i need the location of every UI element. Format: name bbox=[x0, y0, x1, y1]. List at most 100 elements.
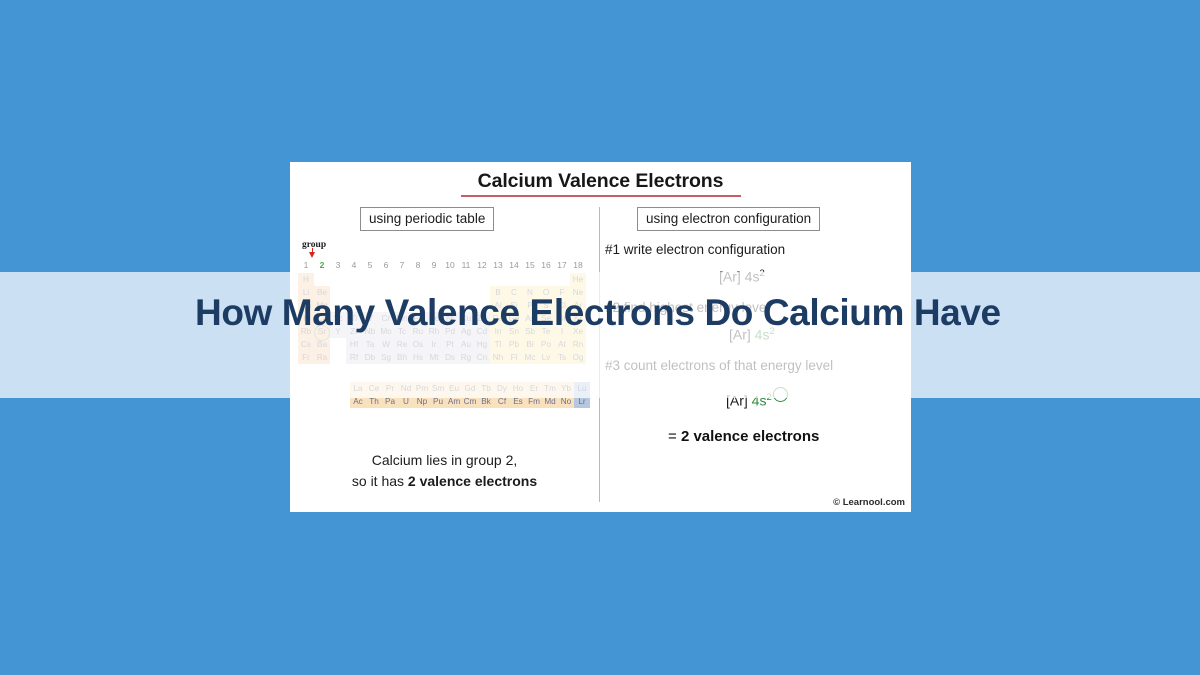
element-Pa: Pa bbox=[382, 395, 398, 408]
right-method-header: using electron configuration bbox=[637, 207, 821, 231]
element-Lu: Lu bbox=[574, 382, 590, 395]
element-Ra: Ra bbox=[314, 351, 330, 364]
element-No: No bbox=[558, 395, 574, 408]
periodic-table: group 1 2 3 4 5 6 7 8 9 10 11 12 13 14 15 16 17 18 H He Li B… bbox=[298, 240, 596, 440]
element-Os: Os bbox=[410, 338, 426, 351]
element-Eu: Eu bbox=[446, 382, 462, 395]
group-number-8: 8 bbox=[415, 260, 421, 270]
step-3-text: #3 count electrons of that energy level bbox=[605, 358, 834, 373]
element-Gd: Gd bbox=[462, 382, 478, 395]
element-empty bbox=[346, 273, 362, 286]
element-Rg: Rg bbox=[458, 351, 474, 364]
step-3-formula-green: 4s bbox=[751, 392, 767, 409]
group-number-1: 1 bbox=[303, 260, 309, 270]
element-Cs: Cs bbox=[298, 338, 314, 351]
left-conclusion-bold: 2 valence electrons bbox=[407, 473, 538, 489]
element-Og: Og bbox=[570, 351, 586, 364]
group-number-11: 11 bbox=[461, 260, 471, 270]
element-Ac: Ac bbox=[350, 395, 366, 408]
element-empty bbox=[362, 273, 378, 286]
element-empty bbox=[554, 273, 570, 286]
element-empty bbox=[314, 273, 330, 286]
element-Md: Md bbox=[542, 395, 558, 408]
element-Cn: Cn bbox=[474, 351, 490, 364]
element-Pb: Pb bbox=[506, 338, 522, 351]
element-Fl: Fl bbox=[506, 351, 522, 364]
element-Fr: Fr bbox=[298, 351, 314, 364]
step-3-formula: [Ar] 4s2 bbox=[726, 392, 772, 409]
element-Ir: Ir bbox=[426, 338, 442, 351]
group-number-2: 2 bbox=[319, 260, 325, 270]
group-number-15: 15 bbox=[525, 260, 535, 270]
step-1-formula-core: [Ar] 4s bbox=[719, 268, 760, 285]
element-Dy: Dy bbox=[494, 382, 510, 395]
final-answer-bold: 2 valence electrons bbox=[680, 428, 820, 445]
element-empty bbox=[426, 273, 442, 286]
element-Np: Np bbox=[414, 395, 430, 408]
element-Pt: Pt bbox=[442, 338, 458, 351]
group-number-7: 7 bbox=[399, 260, 405, 270]
element-Am: Am bbox=[446, 395, 462, 408]
left-conclusion: Calcium lies in group 2, so it has 2 val… bbox=[290, 450, 599, 492]
element-Po: Po bbox=[538, 338, 554, 351]
watermark: © Learnool.com bbox=[833, 497, 905, 508]
group-label: group bbox=[302, 240, 327, 250]
element-Pr: Pr bbox=[382, 382, 398, 395]
element-empty bbox=[410, 273, 426, 286]
group-number-10: 10 bbox=[445, 260, 455, 270]
step-1-formula-sup: 2 bbox=[759, 268, 765, 279]
group-number-13: 13 bbox=[493, 260, 503, 270]
element-Tb: Tb bbox=[478, 382, 494, 395]
group-number-14: 14 bbox=[509, 260, 519, 270]
group-arrow-icon bbox=[309, 252, 315, 258]
left-conclusion-line2: so it has 2 valence electrons bbox=[290, 471, 599, 492]
final-answer: = 2 valence electrons bbox=[668, 428, 819, 445]
step-1-text: #1 write electron configuration bbox=[605, 242, 786, 257]
element-empty bbox=[394, 273, 410, 286]
card-title: Calcium Valence Electrons bbox=[477, 170, 724, 192]
group-number-16: 16 bbox=[541, 260, 551, 270]
element-empty bbox=[522, 273, 538, 286]
group-number-17: 17 bbox=[557, 260, 567, 270]
left-method-header: using periodic table bbox=[360, 207, 495, 231]
element-Sm: Sm bbox=[430, 382, 446, 395]
group-number-row: 1 2 3 4 5 6 7 8 9 10 11 12 13 14 15 16 17 18 bbox=[298, 260, 596, 272]
element-Lr: Lr bbox=[574, 395, 590, 408]
final-answer-prefix: = bbox=[668, 428, 681, 445]
element-Cf: Cf bbox=[494, 395, 510, 408]
element-Mc: Mc bbox=[522, 351, 538, 364]
element-Nh: Nh bbox=[490, 351, 506, 364]
element-Rn: Rn bbox=[570, 338, 586, 351]
element-Pu: Pu bbox=[430, 395, 446, 408]
element-Sg: Sg bbox=[378, 351, 394, 364]
step-1-formula: [Ar] 4s2 bbox=[719, 268, 765, 285]
element-W: W bbox=[378, 338, 394, 351]
element-Es: Es bbox=[510, 395, 526, 408]
element-Ta: Ta bbox=[362, 338, 378, 351]
element-Re: Re bbox=[394, 338, 410, 351]
group-number-3: 3 bbox=[335, 260, 341, 270]
element-Cm: Cm bbox=[462, 395, 478, 408]
element-La: La bbox=[350, 382, 366, 395]
element-Hf: Hf bbox=[346, 338, 362, 351]
element-Lv: Lv bbox=[538, 351, 554, 364]
left-conclusion-prefix: so it has bbox=[351, 473, 408, 489]
title-underline bbox=[461, 195, 741, 197]
element-H: H bbox=[298, 273, 314, 286]
group-number-5: 5 bbox=[367, 260, 373, 270]
group-number-12: 12 bbox=[477, 260, 487, 270]
element-At: At bbox=[554, 338, 570, 351]
element-empty bbox=[506, 273, 522, 286]
element-He: He bbox=[570, 273, 586, 286]
element-Mt: Mt bbox=[426, 351, 442, 364]
element-Tl: Tl bbox=[490, 338, 506, 351]
element-empty bbox=[330, 351, 346, 364]
column-divider bbox=[599, 207, 600, 502]
page-headline: How Many Valence Electrons Do Calcium Ha… bbox=[195, 292, 1001, 333]
element-Bk: Bk bbox=[478, 395, 494, 408]
group-number-18: 18 bbox=[573, 260, 583, 270]
element-Er: Er bbox=[526, 382, 542, 395]
element-empty bbox=[490, 273, 506, 286]
group-number-6: 6 bbox=[383, 260, 389, 270]
left-conclusion-line1: Calcium lies in group 2, bbox=[371, 452, 518, 468]
